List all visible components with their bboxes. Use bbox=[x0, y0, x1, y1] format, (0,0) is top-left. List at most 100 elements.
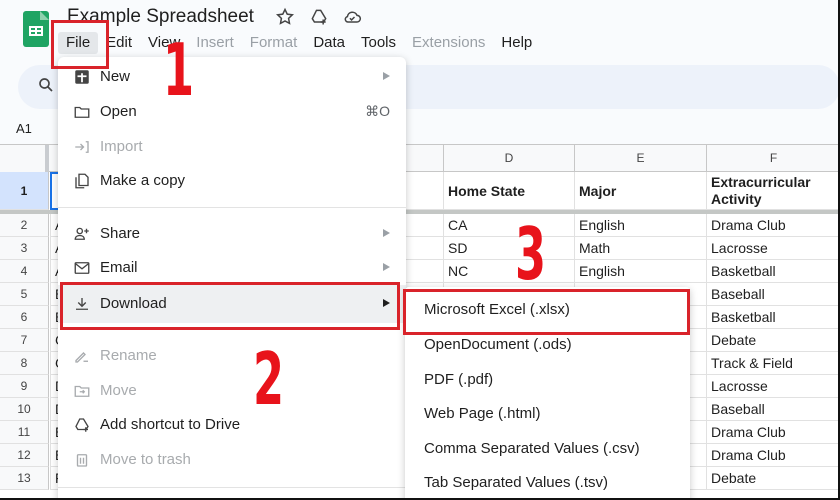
file-menu-label: Rename bbox=[100, 347, 157, 364]
cell[interactable]: Baseball bbox=[706, 398, 838, 421]
row-header[interactable]: 1 bbox=[0, 172, 49, 210]
download-option-tsv[interactable]: Tab Separated Values (.tsv) bbox=[405, 466, 690, 498]
cell[interactable]: Baseball bbox=[706, 283, 838, 306]
copy-icon bbox=[73, 172, 91, 190]
file-menu-item-add-shortcut[interactable]: Add shortcut to Drive bbox=[58, 408, 406, 442]
download-option-label: PDF (.pdf) bbox=[424, 371, 494, 388]
annotation-box-file-menu bbox=[51, 20, 109, 69]
cell[interactable]: English bbox=[574, 214, 706, 237]
cell[interactable]: Math bbox=[574, 237, 706, 260]
file-menu-label: Share bbox=[100, 225, 141, 242]
cell[interactable]: Debate bbox=[706, 467, 838, 490]
file-menu-item-share[interactable]: Share bbox=[58, 217, 406, 251]
cell[interactable]: Drama Club bbox=[706, 444, 838, 467]
file-menu-item-new[interactable]: New bbox=[58, 60, 406, 94]
header-cell[interactable]: Extracurricular Activity bbox=[706, 172, 838, 210]
row-header[interactable]: 8 bbox=[0, 352, 49, 375]
file-menu-label: Import bbox=[100, 138, 143, 155]
annotation-step-3: 3 bbox=[515, 212, 547, 296]
file-menu-label: Move bbox=[100, 382, 137, 399]
download-option-html[interactable]: Web Page (.html) bbox=[405, 397, 690, 431]
column-header-d[interactable]: D bbox=[443, 145, 574, 172]
header-cell[interactable]: Home State bbox=[443, 172, 574, 210]
file-menu-item-email[interactable]: Email bbox=[58, 251, 406, 285]
submenu-arrow-icon bbox=[383, 229, 390, 237]
row-header[interactable]: 7 bbox=[0, 329, 49, 352]
row-header[interactable]: 9 bbox=[0, 375, 49, 398]
file-menu-item-rename[interactable]: Rename bbox=[58, 339, 406, 373]
cell[interactable]: English bbox=[574, 260, 706, 283]
star-icon[interactable] bbox=[275, 7, 295, 27]
file-menu-item-open[interactable]: Open ⌘O bbox=[58, 95, 406, 129]
share-person-icon bbox=[73, 225, 91, 243]
cell[interactable]: Lacrosse bbox=[706, 237, 838, 260]
row-header[interactable]: 4 bbox=[0, 260, 49, 283]
submenu-arrow-icon bbox=[383, 263, 390, 271]
download-option-label: Comma Separated Values (.csv) bbox=[424, 440, 640, 457]
select-all-corner[interactable] bbox=[0, 145, 49, 172]
file-menu-label: Move to trash bbox=[100, 451, 191, 468]
menu-divider bbox=[58, 207, 406, 208]
column-header-e[interactable]: E bbox=[574, 145, 706, 172]
annotation-box-download bbox=[60, 282, 400, 330]
rename-icon bbox=[73, 347, 91, 365]
email-icon bbox=[73, 259, 91, 277]
trash-icon bbox=[73, 451, 91, 469]
cell[interactable]: CA bbox=[443, 214, 574, 237]
download-option-label: OpenDocument (.ods) bbox=[424, 336, 572, 353]
shortcut-label: ⌘O bbox=[365, 103, 390, 119]
annotation-box-xlsx bbox=[403, 289, 690, 335]
row-header[interactable]: 12 bbox=[0, 444, 49, 467]
row-header[interactable]: 3 bbox=[0, 237, 49, 260]
cell[interactable]: Debate bbox=[706, 329, 838, 352]
column-header-f[interactable]: F bbox=[706, 145, 838, 172]
row-header[interactable]: 6 bbox=[0, 306, 49, 329]
row-header[interactable]: 2 bbox=[0, 214, 49, 237]
file-menu-item-make-a-copy[interactable]: Make a copy bbox=[58, 164, 406, 198]
annotation-step-1: 1 bbox=[163, 28, 195, 112]
file-menu-label: Email bbox=[100, 259, 138, 276]
row-header[interactable]: 11 bbox=[0, 421, 49, 444]
menu-insert[interactable]: Insert bbox=[188, 32, 242, 54]
file-menu-item-import[interactable]: Import bbox=[58, 130, 406, 164]
row-header[interactable]: 5 bbox=[0, 283, 49, 306]
menu-divider bbox=[58, 487, 406, 488]
row-header[interactable]: 13 bbox=[0, 467, 49, 490]
file-menu-label: Add shortcut to Drive bbox=[100, 416, 241, 433]
sheets-window: Example Spreadsheet File Edit View Inser… bbox=[0, 0, 840, 500]
new-sheet-icon bbox=[73, 68, 91, 86]
file-menu: New Open ⌘O Import Make a copy Share Ema… bbox=[58, 57, 406, 498]
row-header[interactable]: 10 bbox=[0, 398, 49, 421]
cloud-saved-icon[interactable] bbox=[342, 7, 362, 27]
sheets-logo-icon[interactable] bbox=[23, 11, 49, 47]
cell[interactable]: Basketball bbox=[706, 260, 838, 283]
submenu-arrow-icon bbox=[383, 72, 390, 80]
file-menu-label: Make a copy bbox=[100, 172, 186, 189]
cell[interactable]: Track & Field bbox=[706, 352, 838, 375]
cell[interactable]: SD bbox=[443, 237, 574, 260]
download-option-pdf[interactable]: PDF (.pdf) bbox=[405, 363, 690, 397]
cell[interactable]: Lacrosse bbox=[706, 375, 838, 398]
menu-bar: File Edit View Insert Format Data Tools … bbox=[58, 32, 540, 54]
move-to-drive-icon[interactable] bbox=[309, 7, 329, 27]
file-menu-item-move[interactable]: Move bbox=[58, 374, 406, 408]
drive-shortcut-icon bbox=[73, 416, 91, 434]
name-box[interactable]: A1 bbox=[16, 121, 32, 136]
folder-icon bbox=[73, 103, 91, 121]
menu-help[interactable]: Help bbox=[493, 32, 540, 54]
file-menu-item-move-to-trash[interactable]: Move to trash bbox=[58, 443, 406, 477]
cell[interactable]: Basketball bbox=[706, 306, 838, 329]
menu-data[interactable]: Data bbox=[305, 32, 353, 54]
annotation-step-2: 2 bbox=[253, 337, 285, 421]
import-icon bbox=[73, 138, 91, 156]
menu-extensions[interactable]: Extensions bbox=[404, 32, 493, 54]
search-menus-icon[interactable] bbox=[37, 76, 55, 94]
move-folder-icon bbox=[73, 382, 91, 400]
download-option-csv[interactable]: Comma Separated Values (.csv) bbox=[405, 432, 690, 466]
cell[interactable]: Drama Club bbox=[706, 421, 838, 444]
menu-tools[interactable]: Tools bbox=[353, 32, 404, 54]
menu-format[interactable]: Format bbox=[242, 32, 306, 54]
cell[interactable]: NC bbox=[443, 260, 574, 283]
header-cell[interactable]: Major bbox=[574, 172, 706, 210]
cell[interactable]: Drama Club bbox=[706, 214, 838, 237]
